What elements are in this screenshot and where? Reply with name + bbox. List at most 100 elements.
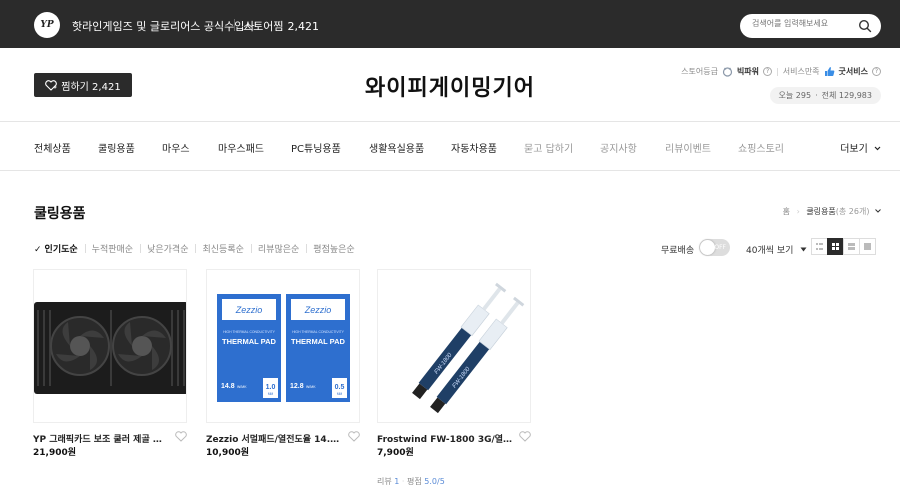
service-value: 굿서비스 xyxy=(838,67,868,76)
sort-options: ✓ 인기도순 누적판매순 낮은가격순 최신등록순 리뷰많은순 평점높은순 xyxy=(34,242,362,255)
view-grid-4-button[interactable] xyxy=(827,238,844,255)
breadcrumb-home[interactable]: 홈 xyxy=(783,207,790,216)
nav-item-car[interactable]: 자동차용품 xyxy=(451,140,497,155)
sort-newest[interactable]: 최신등록순 xyxy=(195,242,250,255)
nav-item-qna[interactable]: 묻고 답하기 xyxy=(524,140,573,155)
thumbs-up-icon xyxy=(824,67,834,76)
help-icon[interactable]: ? xyxy=(763,67,773,76)
product-price: 21,900원 xyxy=(33,448,77,458)
sort-reviews[interactable]: 리뷰많은순 xyxy=(250,242,306,255)
fav-button-label: 찜하기 2,421 xyxy=(61,81,121,93)
heart-plus-icon xyxy=(45,79,58,91)
sort-low-price[interactable]: 낮은가격순 xyxy=(140,242,195,255)
rating-label: 평점 xyxy=(407,477,422,486)
view-mode-buttons xyxy=(811,238,876,255)
nav-more-button[interactable]: 더보기 xyxy=(840,140,881,155)
total-visits: 전체 129,983 xyxy=(821,91,872,100)
nav-item-mouse[interactable]: 마우스 xyxy=(162,140,190,155)
search-input[interactable] xyxy=(752,19,852,28)
thermal-pad-image: Zezzio HIGH THERMAL CONDUCTIVITY THERMAL… xyxy=(217,294,350,402)
view-grid-6-button[interactable] xyxy=(843,238,860,255)
nav-more-label: 더보기 xyxy=(840,144,868,155)
heart-icon[interactable] xyxy=(175,431,187,442)
nav-item-bath[interactable]: 생활욕실용품 xyxy=(369,140,424,155)
nav-item-mousepad[interactable]: 마우스패드 xyxy=(218,140,264,155)
store-fav-count[interactable]: 스토어찜 2,421 xyxy=(243,18,319,34)
product-name[interactable]: Frostwind FW-1800 3G/열전도율 7.0 xyxy=(377,432,513,445)
per-page-select[interactable]: 40개씩 보기 xyxy=(746,243,807,256)
nav-item-cooling[interactable]: 쿨링용품 xyxy=(98,140,135,155)
view-single-button[interactable] xyxy=(859,238,876,255)
search-icon[interactable] xyxy=(858,19,872,33)
check-icon: ✓ xyxy=(34,245,42,255)
store-fav-button[interactable]: 찜하기 2,421 xyxy=(34,73,132,97)
free-shipping-label: 무료배송 xyxy=(661,246,695,256)
big-power-icon xyxy=(722,67,733,77)
caret-down-icon xyxy=(800,247,807,252)
rating-value: 5.0/5 xyxy=(424,477,445,486)
store-logo[interactable]: YP xyxy=(34,12,60,38)
single-view-icon xyxy=(864,243,871,250)
sort-rating[interactable]: 평점높은순 xyxy=(306,242,361,255)
nav-item-notice[interactable]: 공지사항 xyxy=(600,140,637,155)
review-summary[interactable]: 리뷰 1 · 평점 5.0/5 xyxy=(377,476,445,487)
heart-icon[interactable] xyxy=(348,431,360,442)
pad-title: THERMAL PAD xyxy=(222,337,276,346)
product-price: 10,900원 xyxy=(206,448,250,458)
thermal-paste-image: FW-1800 FW-1800 xyxy=(412,282,525,414)
store-fav-number: 2,421 xyxy=(287,20,319,33)
nav-item-pc-tuning[interactable]: PC튜닝용품 xyxy=(291,140,341,155)
pad-thickness-unit: MM xyxy=(268,392,274,396)
store-grade-value: 빅파워 xyxy=(736,67,760,76)
separator: | xyxy=(776,67,779,76)
category-nav: 전체상품 쿨링용품 마우스 마우스패드 PC튜닝용품 생활욕실용품 자동차용품 … xyxy=(0,121,900,171)
chevron-down-icon[interactable] xyxy=(875,209,881,213)
store-fav-label: 스토어찜 xyxy=(243,20,284,33)
pad-subtitle: HIGH THERMAL CONDUCTIVITY xyxy=(292,330,345,334)
pad-rate: 12.8 xyxy=(290,383,304,390)
product-image[interactable]: FW-1800 FW-1800 xyxy=(377,269,531,423)
pad-unit: W/MK xyxy=(237,385,247,389)
pad-unit: W/MK xyxy=(306,385,316,389)
category-title: 쿨링용품 xyxy=(34,206,86,222)
visit-count: 오늘 295 · 전체 129,983 xyxy=(769,87,881,104)
pad-brand: Zezzio xyxy=(235,305,263,315)
top-bar: YP 핫라인게임즈 및 글로리어스 공식수입사 스토어찜 2,421 xyxy=(0,0,900,48)
dot-separator: · xyxy=(401,477,405,486)
sort-popular[interactable]: ✓ 인기도순 xyxy=(34,242,85,255)
today-visits: 오늘 295 xyxy=(778,91,812,100)
pad-thickness: 0.5 xyxy=(335,384,345,391)
store-grade-row: 스토어등급 빅파워 ? | 서비스만족 굿서비스 ? xyxy=(681,66,881,77)
sort-sales[interactable]: 누적판매순 xyxy=(84,242,140,255)
breadcrumb-count: (총 26개) xyxy=(835,207,870,216)
service-label: 서비스만족 xyxy=(782,67,820,76)
chevron-down-icon xyxy=(874,146,881,151)
pad-brand: Zezzio xyxy=(304,305,332,315)
free-shipping-toggle[interactable]: OFF xyxy=(699,239,730,256)
dot-separator: · xyxy=(815,91,818,100)
nav-item-review-event[interactable]: 리뷰이벤트 xyxy=(665,140,711,155)
pad-thickness: 1.0 xyxy=(266,384,276,391)
pad-title: THERMAL PAD xyxy=(291,337,345,346)
pad-subtitle: HIGH THERMAL CONDUCTIVITY xyxy=(223,330,276,334)
breadcrumb-current[interactable]: 쿨링용품 xyxy=(806,207,835,216)
nav-item-all[interactable]: 전체상품 xyxy=(34,140,71,155)
product-image[interactable] xyxy=(33,269,187,423)
view-list-button[interactable] xyxy=(811,238,828,255)
help-icon[interactable]: ? xyxy=(872,67,881,76)
list-view-icon xyxy=(816,243,823,250)
product-name[interactable]: Zezzio 서멀패드/열전도율 14.8 W/MK xyxy=(206,432,342,445)
heart-icon[interactable] xyxy=(519,431,531,442)
pad-rate: 14.8 xyxy=(221,383,235,390)
review-count: 1 xyxy=(394,477,400,486)
toggle-knob xyxy=(700,240,715,255)
nav-item-shopping-story[interactable]: 쇼핑스토리 xyxy=(738,140,784,155)
store-grade-label: 스토어등급 xyxy=(681,67,718,76)
store-name[interactable]: 핫라인게임즈 및 글로리어스 공식수입사 xyxy=(72,18,255,34)
product-name[interactable]: YP 그래픽카드 보조 쿨러 제골 냉각 쿨링 방열판 xyxy=(33,432,169,445)
sort-popular-label: 인기도순 xyxy=(44,245,78,255)
search-box xyxy=(740,14,881,38)
product-image[interactable]: Zezzio HIGH THERMAL CONDUCTIVITY THERMAL… xyxy=(206,269,360,423)
grid-large-icon xyxy=(848,243,855,250)
toggle-state: OFF xyxy=(714,244,726,251)
